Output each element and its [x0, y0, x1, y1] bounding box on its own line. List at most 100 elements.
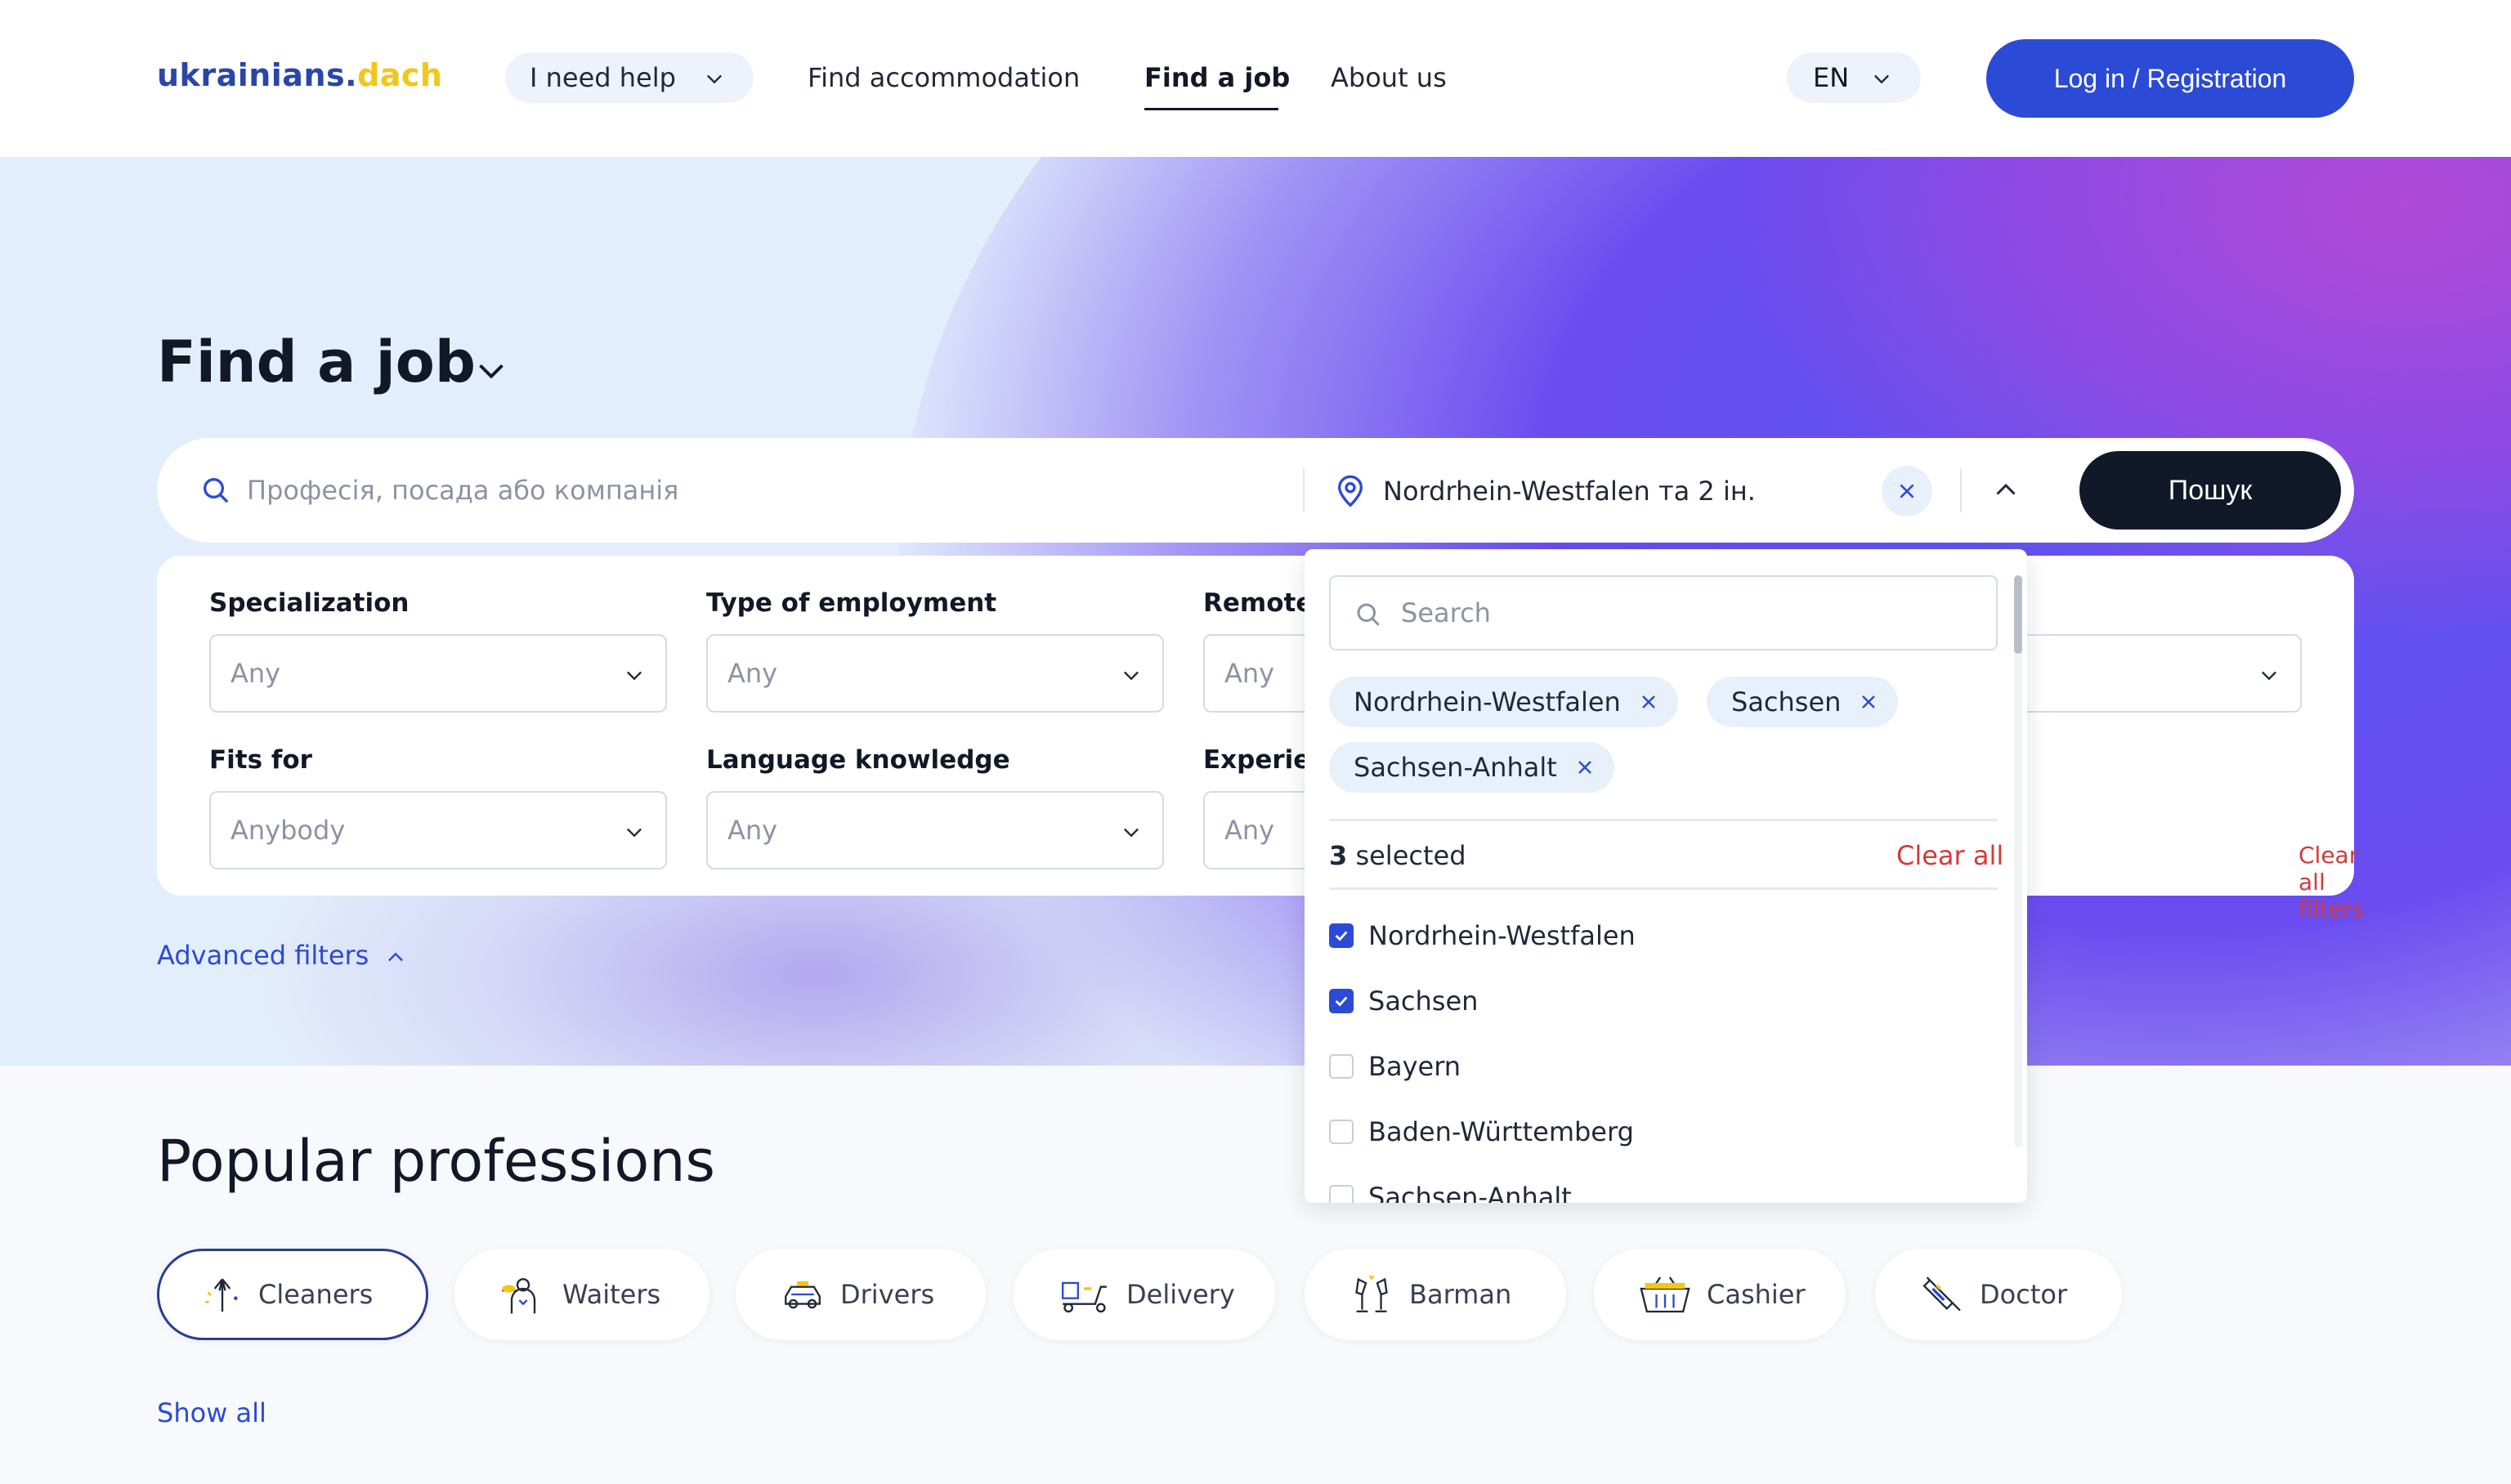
close-icon: [1641, 695, 1655, 708]
check-icon: [1335, 996, 1348, 1007]
profession-chip-drivers[interactable]: Drivers: [736, 1249, 986, 1340]
chevron-down-icon: [1124, 671, 1139, 681]
nav-find-a-job[interactable]: Find a job: [1144, 62, 1290, 93]
location-search-input[interactable]: [1401, 597, 1973, 628]
option-label: Sachsen-Anhalt: [1368, 1182, 1572, 1203]
chevron-up-icon[interactable]: [384, 946, 407, 969]
profession-label: Cashier: [1707, 1279, 1806, 1310]
job-search-input[interactable]: [247, 466, 1309, 515]
profession-chip-delivery[interactable]: Delivery: [1014, 1249, 1275, 1340]
option-label: Bayern: [1368, 1051, 1461, 1082]
fits-for-value: Anybody: [231, 815, 346, 846]
location-option[interactable]: Baden-Württemberg: [1329, 1111, 1634, 1152]
clear-all-selection-link[interactable]: Clear all: [1896, 840, 2003, 871]
check-icon: [1335, 931, 1348, 941]
remove-chip-button[interactable]: [1575, 758, 1595, 777]
login-registration-button[interactable]: Log in / Registration: [1986, 39, 2354, 118]
need-help-dropdown[interactable]: I need help: [505, 52, 754, 103]
search-button[interactable]: Пошук: [2079, 451, 2341, 530]
dropdown-divider: [1329, 887, 1998, 890]
option-label: Nordrhein-Westfalen: [1368, 920, 1636, 951]
job-search-bar: Nordrhein-Westfalen та 2 ін. Пошук: [157, 438, 2354, 543]
clear-all-filters-link[interactable]: Clear all filters: [2298, 842, 2364, 923]
profession-chip-barman[interactable]: Barman: [1305, 1249, 1566, 1340]
chip-label: Sachsen-Anhalt: [1354, 752, 1557, 783]
location-option[interactable]: Sachsen-Anhalt: [1329, 1177, 1572, 1203]
show-all-professions-link[interactable]: Show all: [157, 1397, 266, 1428]
profession-chip-doctor[interactable]: Doctor: [1875, 1249, 2122, 1340]
advanced-filters-toggle[interactable]: Advanced filters: [157, 940, 369, 971]
chevron-down-icon: [1124, 828, 1139, 838]
language-knowledge-select[interactable]: Any: [706, 791, 1164, 869]
basket-icon: [1640, 1276, 1690, 1313]
dropdown-divider: [1329, 819, 1998, 821]
search-divider: [1303, 468, 1305, 512]
selected-count-suffix: selected: [1347, 840, 1466, 871]
profession-chip-cashier[interactable]: Cashier: [1594, 1249, 1846, 1340]
scooter-icon: [1062, 1281, 1107, 1313]
fits-for-select[interactable]: Anybody: [209, 791, 667, 869]
glasses-icon: [1355, 1275, 1388, 1312]
remote-value: Any: [1224, 658, 1275, 689]
checkbox-unchecked[interactable]: [1329, 1054, 1354, 1079]
car-icon: [785, 1281, 821, 1309]
close-icon: [1578, 761, 1591, 774]
close-icon: [1900, 484, 1914, 498]
location-value[interactable]: Nordrhein-Westfalen та 2 ін.: [1383, 476, 1756, 507]
checkbox-checked[interactable]: [1329, 989, 1354, 1013]
nav-about-us[interactable]: About us: [1331, 62, 1447, 93]
search-icon: [1357, 603, 1380, 626]
chevron-down-icon: [627, 828, 642, 838]
profession-chip-cleaners[interactable]: Cleaners: [157, 1249, 428, 1340]
logo-sub-text: dach: [357, 57, 443, 93]
chevron-up-icon[interactable]: [1991, 476, 2021, 505]
selected-count: 3 selected: [1329, 840, 1466, 871]
nav-active-underline: [1144, 108, 1278, 110]
dropdown-scrollbar-track[interactable]: [2014, 575, 2022, 1147]
chevron-down-icon: [627, 671, 642, 681]
location-option[interactable]: Bayern: [1329, 1046, 1461, 1087]
profession-label: Waiters: [562, 1279, 661, 1310]
need-help-label: I need help: [530, 62, 676, 93]
waiter-icon: [502, 1278, 536, 1314]
remote-label: Remote: [1203, 588, 1314, 618]
checkbox-checked[interactable]: [1329, 923, 1354, 948]
profession-label: Drivers: [840, 1279, 935, 1310]
employment-type-select[interactable]: Any: [706, 634, 1164, 713]
fits-for-label: Fits for: [209, 745, 312, 775]
language-knowledge-label: Language knowledge: [706, 745, 1010, 775]
dropdown-scrollbar-thumb[interactable]: [2014, 575, 2022, 654]
cleaners-icon: [205, 1278, 238, 1312]
selected-chip: Sachsen-Anhalt: [1329, 742, 1614, 793]
site-logo[interactable]: ukrainians.dach: [157, 57, 442, 93]
chevron-down-icon: [1874, 74, 1889, 84]
specialization-label: Specialization: [209, 588, 410, 618]
page-title[interactable]: Find a job: [157, 329, 476, 396]
profession-label: Barman: [1409, 1279, 1512, 1310]
remove-chip-button[interactable]: [1639, 692, 1658, 712]
option-label: Sachsen: [1368, 986, 1479, 1017]
profession-chip-waiters[interactable]: Waiters: [454, 1249, 709, 1340]
location-option[interactable]: Sachsen: [1329, 981, 1478, 1021]
experience-value: Any: [1224, 815, 1275, 846]
selected-chip: Sachsen: [1707, 677, 1899, 727]
checkbox-unchecked[interactable]: [1329, 1185, 1354, 1203]
option-label: Baden-Württemberg: [1368, 1116, 1634, 1147]
location-pin-icon: [1337, 475, 1363, 507]
clear-location-button[interactable]: [1882, 466, 1932, 516]
profession-label: Cleaners: [258, 1279, 374, 1310]
chevron-down-icon: [2262, 671, 2276, 681]
specialization-select[interactable]: Any: [209, 634, 667, 713]
search-icon: [204, 478, 229, 503]
nav-find-accommodation[interactable]: Find accommodation: [808, 62, 1080, 93]
chip-label: Sachsen: [1731, 686, 1842, 717]
language-knowledge-value: Any: [727, 815, 778, 846]
profession-label: Delivery: [1126, 1279, 1235, 1310]
checkbox-unchecked[interactable]: [1329, 1120, 1354, 1144]
language-selector[interactable]: EN: [1787, 52, 1921, 103]
location-option[interactable]: Nordrhein-Westfalen: [1329, 915, 1636, 956]
chevron-down-icon[interactable]: [472, 351, 510, 389]
selected-chip: Nordrhein-Westfalen: [1329, 677, 1678, 727]
logo-dot: .: [345, 57, 358, 93]
remove-chip-button[interactable]: [1859, 692, 1878, 712]
